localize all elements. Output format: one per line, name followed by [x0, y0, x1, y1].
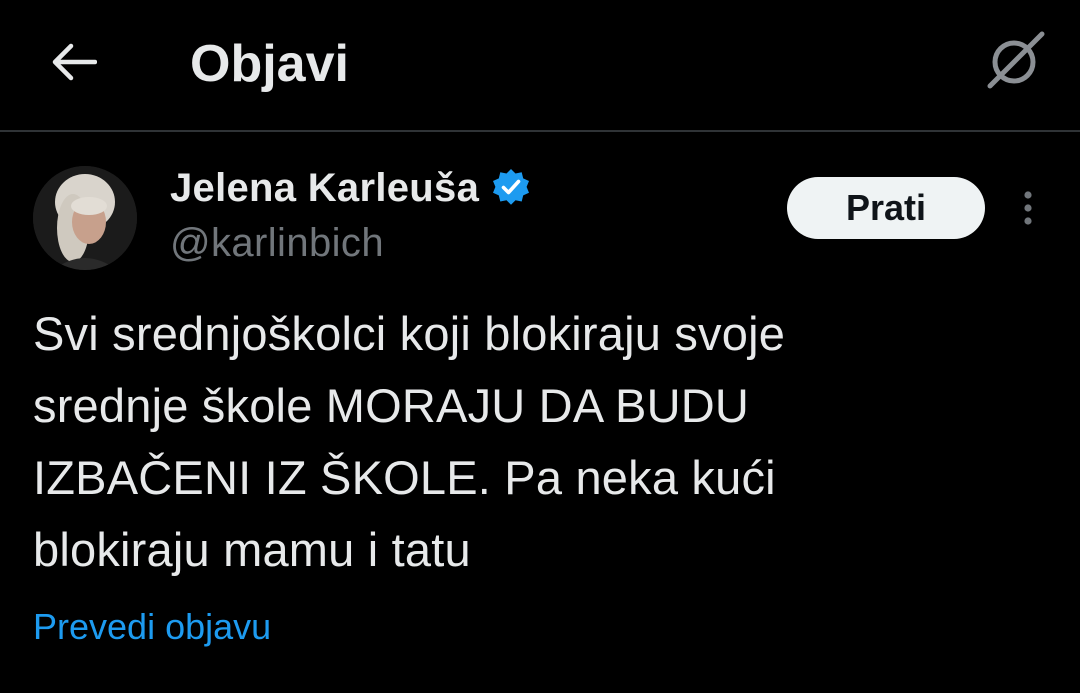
arrow-left-icon [52, 43, 97, 81]
page-title: Objavi [190, 35, 349, 93]
follow-button[interactable]: Prati [787, 177, 985, 239]
grok-icon [987, 31, 1045, 89]
post-text: Svi srednjoškolci koji blokiraju svoje s… [33, 298, 1043, 586]
more-vertical-icon [1024, 191, 1032, 225]
author-name-row[interactable]: Jelena Karleuša [170, 162, 531, 214]
post-text-line: blokiraju mamu i tatu [33, 523, 471, 576]
more-options-button[interactable] [1008, 188, 1048, 228]
post-text-line: IZBAČENI IZ ŠKOLE. Pa neka kući [33, 451, 776, 504]
author-handle[interactable]: @karlinbich [170, 218, 384, 268]
translate-post-link[interactable]: Prevedi objavu [33, 602, 271, 652]
avatar[interactable] [33, 166, 137, 270]
top-bar: Objavi [0, 0, 1080, 132]
back-button[interactable] [44, 34, 104, 90]
verified-badge-icon [493, 169, 530, 205]
author-name[interactable]: Jelena Karleuša [170, 166, 479, 211]
profile-photo [33, 166, 137, 270]
grok-button[interactable] [980, 28, 1052, 92]
post-text-line: Svi srednjoškolci koji blokiraju svoje [33, 307, 786, 360]
post-text-line: srednje škole MORAJU DA BUDU [33, 379, 750, 432]
